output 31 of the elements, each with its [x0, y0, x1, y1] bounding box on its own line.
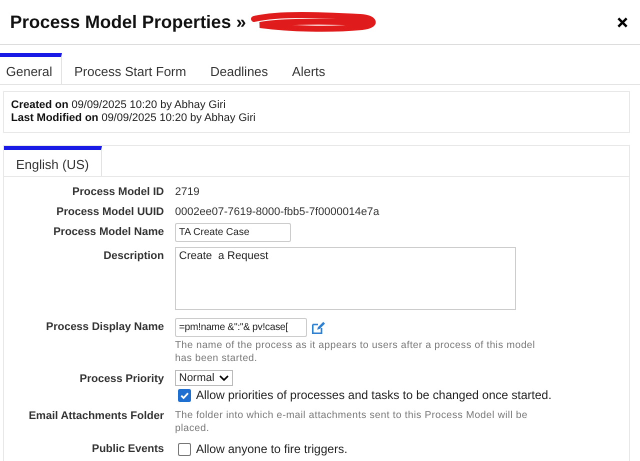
checkbox[interactable] [178, 388, 191, 402]
field-label: Process Model Name [52, 225, 164, 238]
checkbox-label: Allow anyone to fire triggers. [196, 442, 348, 456]
tab[interactable]: Alerts [280, 53, 338, 84]
help-text: The name of the process as it appears to users after a process of this model has been started. [175, 340, 536, 365]
info-text: Created on 09/09/2025 10:20 by Abhay Giri [11, 99, 227, 112]
language-tab[interactable]: English (US) [4, 146, 102, 176]
checkbox-label: Allow priorities of processes and tasks to be changed once started. [196, 388, 552, 402]
description-field[interactable]: Create a Request [175, 247, 516, 310]
field-label: Public Events [90, 442, 164, 455]
field-label: Process Display Name [44, 320, 164, 333]
field-label: Process Model UUID [55, 205, 164, 218]
name-input-field[interactable]: TA Create Case [175, 223, 291, 242]
tab[interactable]: Deadlines [198, 53, 280, 84]
help-text: The folder into which e-mail attachments sent to this Process Model will be placed. [175, 410, 529, 435]
display-name-field[interactable]: =pm!name &":"& pv!case[ [175, 318, 307, 337]
field-label: Process Priority [78, 372, 164, 385]
close-icon[interactable] [617, 16, 628, 28]
field-label: Description [102, 249, 164, 262]
edit-icon[interactable] [311, 320, 325, 334]
tab[interactable]: General [0, 53, 62, 84]
info-text: Last Modified on 09/09/2025 10:20 by Abhay Giri [11, 112, 257, 125]
window-title: Process Model Properties » [10, 12, 246, 32]
field-value: 2719 [175, 185, 200, 198]
priority-dropdown[interactable]: Normal [175, 370, 234, 386]
field-label: Process Model ID [71, 185, 164, 198]
field-label: Email Attachments Folder [28, 409, 164, 422]
field-value: 0002ee07-7619-8000-fbb5-7f0000014e7a [175, 205, 380, 218]
chevron-icon [219, 375, 230, 381]
checkbox[interactable] [178, 442, 191, 456]
tab[interactable]: Process Start Form [62, 53, 198, 84]
